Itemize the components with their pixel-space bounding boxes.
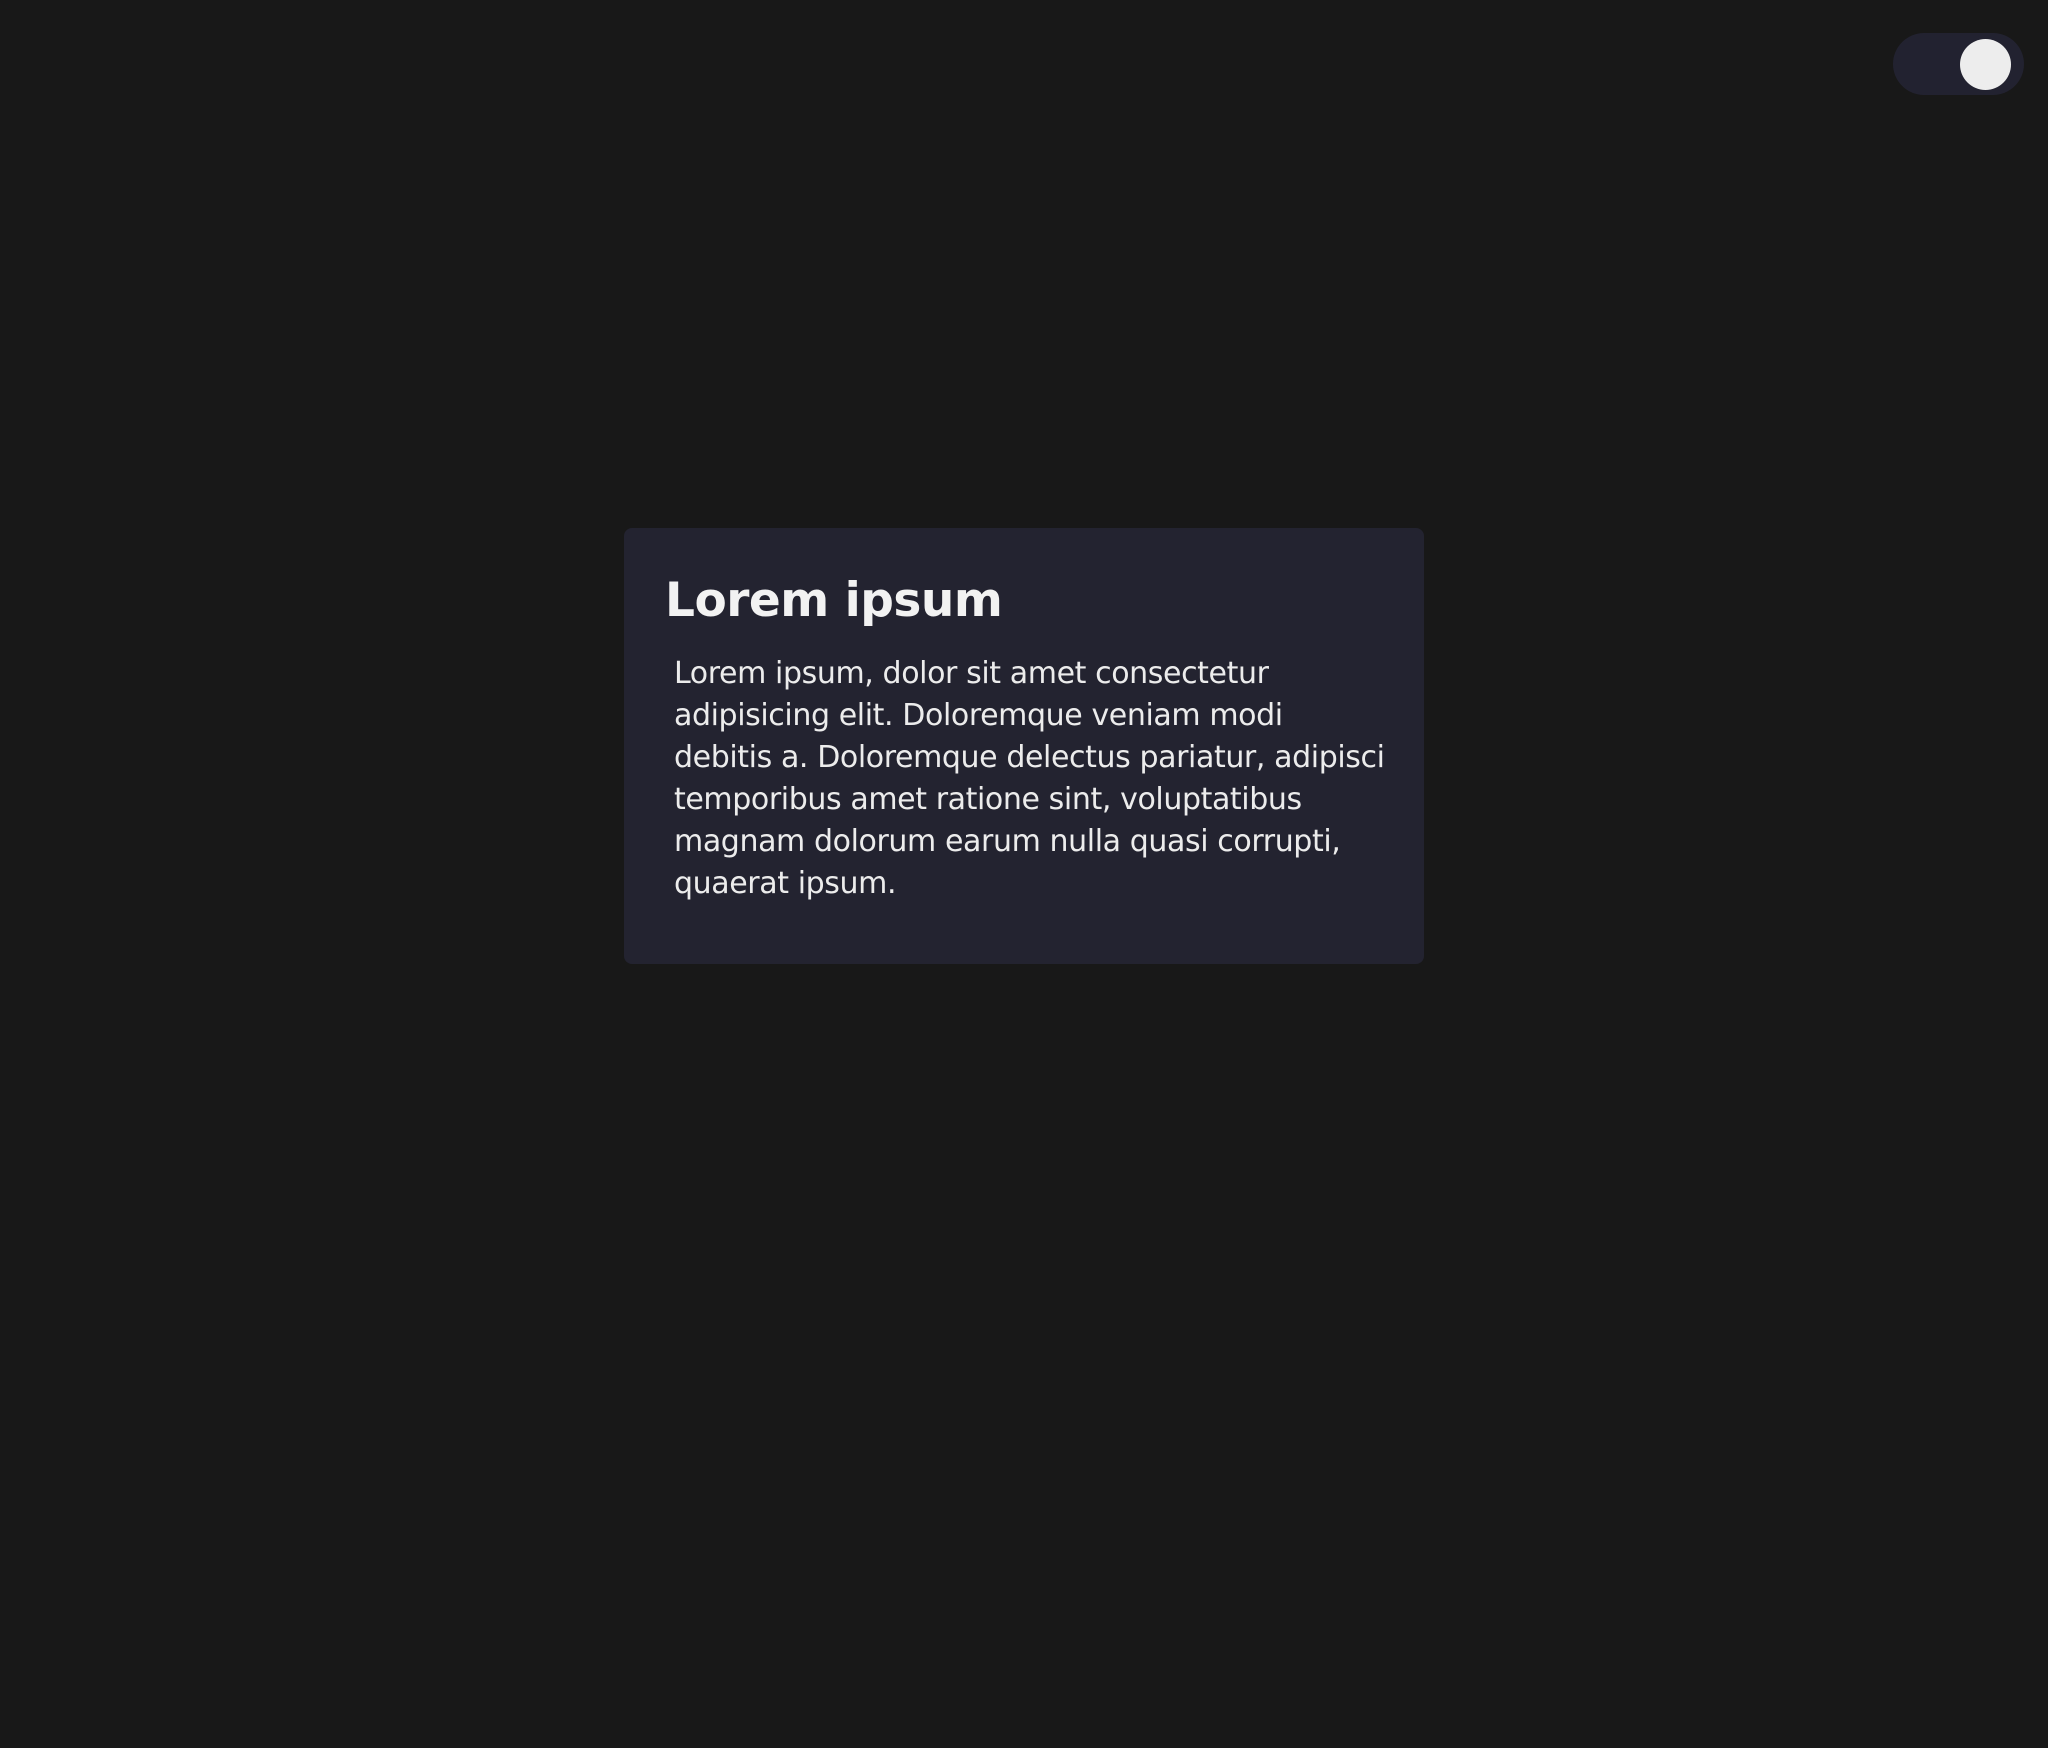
card-body-text: Lorem ipsum, dolor sit amet consectetur … bbox=[674, 656, 1385, 901]
theme-toggle-switch[interactable] bbox=[1893, 33, 2024, 95]
toggle-knob bbox=[1960, 39, 2011, 90]
content-card: Lorem ipsum Lorem ipsum, dolor sit amet … bbox=[624, 528, 1424, 964]
card-title: Lorem ipsum bbox=[665, 573, 1003, 628]
